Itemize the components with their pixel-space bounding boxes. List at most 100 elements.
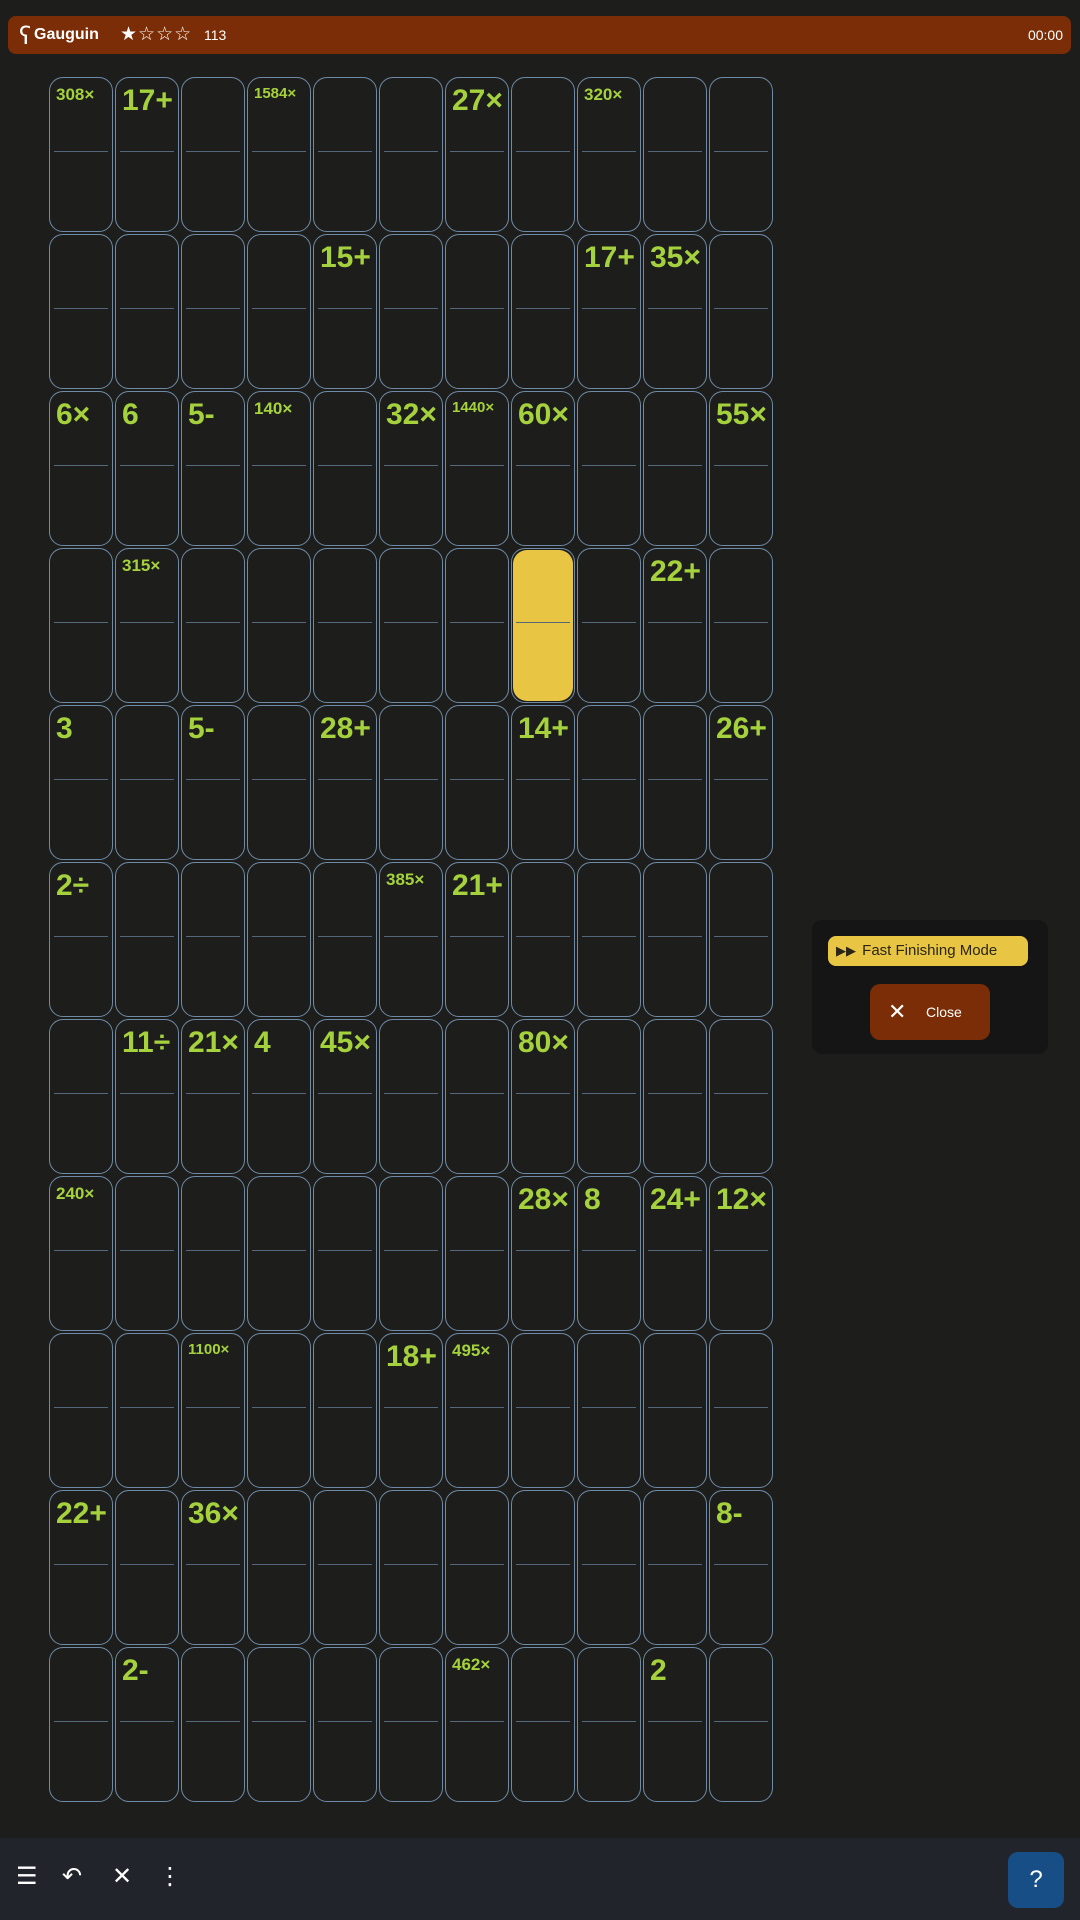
cell-divider — [384, 465, 438, 466]
difficulty-stars: ★☆☆☆ — [120, 23, 193, 45]
cell-divider — [120, 1564, 174, 1565]
grid-cell[interactable] — [709, 548, 773, 703]
grid-cell[interactable] — [445, 705, 509, 860]
grid-cell[interactable] — [49, 1019, 113, 1174]
grid-cell[interactable] — [577, 1647, 641, 1802]
grid-cell[interactable] — [379, 77, 443, 232]
grid-cell[interactable] — [49, 1647, 113, 1802]
grid-cell[interactable] — [643, 77, 707, 232]
grid-cell[interactable] — [247, 862, 311, 1017]
grid-cell[interactable] — [247, 1333, 311, 1488]
grid-cell[interactable] — [445, 1176, 509, 1331]
cell-divider — [714, 308, 768, 309]
grid-cell[interactable] — [181, 862, 245, 1017]
grid-cell[interactable] — [313, 1333, 377, 1488]
menu-icon[interactable]: ☰ — [16, 1862, 38, 1890]
cell-divider — [54, 779, 108, 780]
grid-cell[interactable] — [379, 705, 443, 860]
grid-cell[interactable] — [643, 862, 707, 1017]
grid-cell[interactable] — [445, 548, 509, 703]
grid-cell[interactable] — [49, 548, 113, 703]
grid-cell[interactable] — [577, 1019, 641, 1174]
grid-cell[interactable] — [709, 234, 773, 389]
cage-clue: 28+ — [320, 712, 371, 745]
grid-cell[interactable] — [643, 1333, 707, 1488]
grid-cell[interactable] — [577, 1333, 641, 1488]
help-button[interactable]: ? — [1008, 1852, 1064, 1908]
grid-cell[interactable] — [115, 862, 179, 1017]
grid-cell[interactable] — [247, 548, 311, 703]
grid-cell[interactable] — [709, 862, 773, 1017]
grid-cell[interactable] — [643, 1490, 707, 1645]
grid-cell[interactable] — [709, 77, 773, 232]
grid-cell[interactable] — [247, 1490, 311, 1645]
grid-cell[interactable] — [709, 1333, 773, 1488]
grid-cell[interactable] — [115, 1333, 179, 1488]
clear-icon[interactable]: ✕ — [112, 1862, 132, 1890]
grid-cell[interactable] — [511, 548, 575, 703]
grid-cell[interactable] — [313, 1490, 377, 1645]
grid-cell[interactable] — [379, 548, 443, 703]
grid-cell[interactable] — [49, 1333, 113, 1488]
grid-cell[interactable] — [511, 234, 575, 389]
grid-cell[interactable] — [247, 705, 311, 860]
grid-cell[interactable] — [577, 705, 641, 860]
grid-cell[interactable] — [313, 862, 377, 1017]
cell-divider — [714, 1564, 768, 1565]
cell-divider — [516, 1721, 570, 1722]
grid-cell[interactable] — [643, 391, 707, 546]
grid-cell[interactable] — [115, 705, 179, 860]
grid-cell[interactable] — [511, 1490, 575, 1645]
grid-cell[interactable] — [709, 1019, 773, 1174]
grid-cell[interactable] — [313, 391, 377, 546]
grid-cell[interactable] — [247, 1647, 311, 1802]
grid-cell[interactable] — [577, 1490, 641, 1645]
cage-clue: 1584× — [254, 85, 297, 102]
grid-cell[interactable] — [577, 862, 641, 1017]
grid-cell[interactable] — [379, 1490, 443, 1645]
close-button[interactable]: ✕ Close — [870, 984, 990, 1040]
grid-cell[interactable] — [49, 234, 113, 389]
cell-divider — [186, 465, 240, 466]
fast-finishing-mode-button[interactable]: ▶▶ Fast Finishing Mode — [828, 936, 1028, 966]
grid-cell[interactable] — [709, 1647, 773, 1802]
grid-cell[interactable] — [511, 1647, 575, 1802]
grid-cell[interactable] — [313, 1647, 377, 1802]
grid-cell[interactable] — [379, 1647, 443, 1802]
grid-cell[interactable] — [445, 234, 509, 389]
grid-cell[interactable] — [181, 77, 245, 232]
undo-icon[interactable]: ↶ — [62, 1862, 82, 1890]
grid-cell[interactable] — [379, 1176, 443, 1331]
grid-cell[interactable] — [181, 1647, 245, 1802]
grid-cell[interactable] — [181, 234, 245, 389]
grid-cell[interactable] — [643, 1019, 707, 1174]
cage-clue: 18+ — [386, 1340, 437, 1373]
grid-cell[interactable] — [247, 1176, 311, 1331]
grid-cell[interactable] — [577, 548, 641, 703]
grid-cell[interactable] — [313, 77, 377, 232]
grid-cell[interactable] — [445, 1019, 509, 1174]
grid-cell[interactable] — [181, 1176, 245, 1331]
grid-cell[interactable] — [379, 234, 443, 389]
grid-cell[interactable] — [643, 705, 707, 860]
more-options-icon[interactable]: ⋮ — [158, 1862, 182, 1890]
grid-cell[interactable] — [115, 1490, 179, 1645]
grid-cell[interactable] — [313, 1176, 377, 1331]
grid-cell[interactable] — [445, 1490, 509, 1645]
grid-cell[interactable] — [181, 548, 245, 703]
grid-cell[interactable] — [115, 1176, 179, 1331]
cage-clue: 2÷ — [56, 869, 90, 902]
cell-divider — [450, 465, 504, 466]
cage-clue: 24+ — [650, 1183, 701, 1216]
cage-clue: 240× — [56, 1184, 95, 1203]
grid-cell[interactable] — [511, 862, 575, 1017]
grid-cell[interactable] — [247, 234, 311, 389]
grid-cell[interactable] — [115, 234, 179, 389]
grid-cell[interactable] — [511, 1333, 575, 1488]
cell-divider — [54, 465, 108, 466]
grid-cell[interactable] — [379, 1019, 443, 1174]
cell-divider — [450, 1250, 504, 1251]
grid-cell[interactable] — [511, 77, 575, 232]
grid-cell[interactable] — [577, 391, 641, 546]
grid-cell[interactable] — [313, 548, 377, 703]
